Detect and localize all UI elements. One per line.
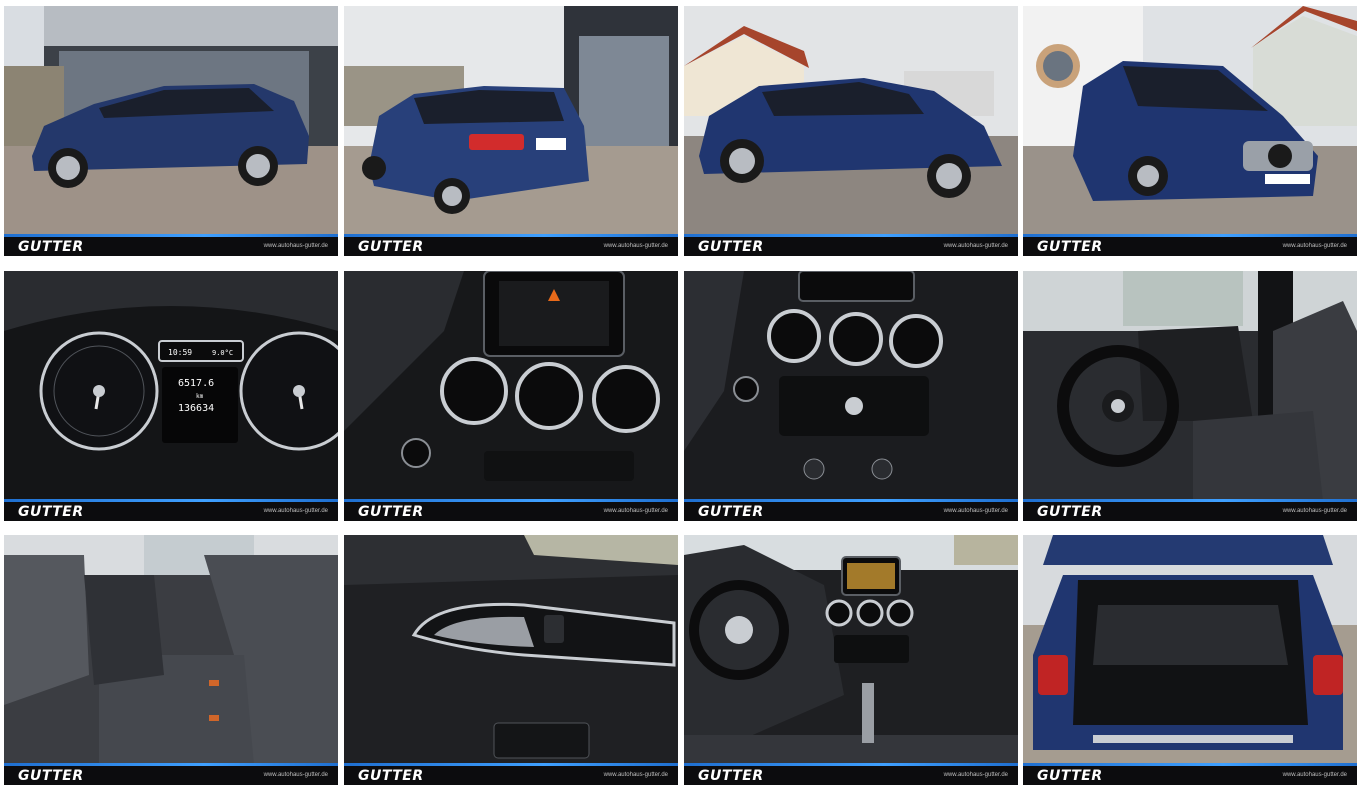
watermark-bar: GUTTER www.autohaus-gutter.de: [684, 499, 1018, 521]
dealer-website: www.autohaus-gutter.de: [603, 508, 668, 514]
dealer-logo: GUTTER: [18, 768, 84, 784]
driver-seat-photo: [1023, 271, 1357, 521]
cluster-time: 10:59: [168, 348, 192, 357]
photo-tile-12[interactable]: GUTTER www.autohaus-gutter.de: [1023, 535, 1357, 785]
photo-tile-5[interactable]: 10:59 9.0°C 6517.6 km 136634 GUTTER www.…: [4, 271, 338, 521]
dealer-website: www.autohaus-gutter.de: [1282, 772, 1347, 778]
dealer-logo: GUTTER: [358, 768, 424, 784]
watermark-bar: GUTTER www.autohaus-gutter.de: [1023, 499, 1357, 521]
cluster-unit: km: [196, 393, 204, 400]
watermark-bar: GUTTER www.autohaus-gutter.de: [344, 499, 678, 521]
photo-tile-4[interactable]: GUTTER www.autohaus-gutter.de: [1023, 6, 1357, 256]
cluster-temperature: 9.0°C: [212, 349, 233, 357]
accent-stripe: [684, 763, 1018, 766]
photo-tile-2[interactable]: GUTTER www.autohaus-gutter.de: [344, 6, 678, 256]
photo-tile-9[interactable]: GUTTER www.autohaus-gutter.de: [4, 535, 338, 785]
dealer-logo: GUTTER: [1037, 504, 1103, 520]
dealer-website: www.autohaus-gutter.de: [943, 772, 1008, 778]
watermark-bar: GUTTER www.autohaus-gutter.de: [4, 499, 338, 521]
dealer-logo: GUTTER: [358, 504, 424, 520]
watermark-bar: GUTTER www.autohaus-gutter.de: [4, 763, 338, 785]
dealer-logo: GUTTER: [698, 768, 764, 784]
air-vents-photo: [684, 271, 1018, 521]
watermark-bar: GUTTER www.autohaus-gutter.de: [4, 234, 338, 256]
accent-stripe: [4, 763, 338, 766]
rear-seats-photo: [4, 535, 338, 785]
dealer-logo: GUTTER: [18, 239, 84, 255]
accent-stripe: [344, 763, 678, 766]
accent-stripe: [684, 499, 1018, 502]
watermark-bar: GUTTER www.autohaus-gutter.de: [344, 763, 678, 785]
photo-tile-1[interactable]: GUTTER www.autohaus-gutter.de: [4, 6, 338, 256]
dealer-website: www.autohaus-gutter.de: [263, 508, 328, 514]
watermark-bar: GUTTER www.autohaus-gutter.de: [1023, 763, 1357, 785]
accent-stripe: [1023, 763, 1357, 766]
dealer-logo: GUTTER: [698, 504, 764, 520]
photo-tile-3[interactable]: GUTTER www.autohaus-gutter.de: [684, 6, 1018, 256]
dealer-website: www.autohaus-gutter.de: [603, 772, 668, 778]
dealer-logo: GUTTER: [358, 239, 424, 255]
door-panel-photo: [344, 535, 678, 785]
car-rear-photo: [344, 6, 678, 256]
photo-tile-6[interactable]: GUTTER www.autohaus-gutter.de: [344, 271, 678, 521]
car-side-street-photo: [684, 6, 1018, 256]
center-console-photo: [344, 271, 678, 521]
accent-stripe: [1023, 499, 1357, 502]
accent-stripe: [684, 234, 1018, 237]
watermark-bar: GUTTER www.autohaus-gutter.de: [1023, 234, 1357, 256]
dealer-website: www.autohaus-gutter.de: [263, 772, 328, 778]
dealer-website: www.autohaus-gutter.de: [263, 243, 328, 249]
watermark-bar: GUTTER www.autohaus-gutter.de: [684, 763, 1018, 785]
watermark-bar: GUTTER www.autohaus-gutter.de: [684, 234, 1018, 256]
dealer-logo: GUTTER: [18, 504, 84, 520]
dealer-logo: GUTTER: [1037, 768, 1103, 784]
dashboard-photo: [684, 535, 1018, 785]
photo-tile-10[interactable]: GUTTER www.autohaus-gutter.de: [344, 535, 678, 785]
car-side-photo: [4, 6, 338, 256]
accent-stripe: [4, 499, 338, 502]
watermark-bar: GUTTER www.autohaus-gutter.de: [344, 234, 678, 256]
accent-stripe: [1023, 234, 1357, 237]
dealer-website: www.autohaus-gutter.de: [1282, 243, 1347, 249]
accent-stripe: [344, 499, 678, 502]
dealer-logo: GUTTER: [698, 239, 764, 255]
cluster-odometer: 136634: [178, 403, 214, 414]
cluster-trip: 6517.6: [178, 378, 214, 389]
photo-tile-8[interactable]: GUTTER www.autohaus-gutter.de: [1023, 271, 1357, 521]
photo-tile-11[interactable]: GUTTER www.autohaus-gutter.de: [684, 535, 1018, 785]
dealer-website: www.autohaus-gutter.de: [943, 243, 1008, 249]
accent-stripe: [4, 234, 338, 237]
dealer-website: www.autohaus-gutter.de: [1282, 508, 1347, 514]
trunk-photo: [1023, 535, 1357, 785]
dealer-website: www.autohaus-gutter.de: [943, 508, 1008, 514]
accent-stripe: [344, 234, 678, 237]
photo-tile-7[interactable]: GUTTER www.autohaus-gutter.de: [684, 271, 1018, 521]
instrument-cluster-photo: 10:59 9.0°C 6517.6 km 136634: [4, 271, 338, 521]
dealer-logo: GUTTER: [1037, 239, 1103, 255]
photo-gallery: GUTTER www.autohaus-gutter.de GUTTER www…: [0, 0, 1362, 785]
car-front-photo: [1023, 6, 1357, 256]
dealer-website: www.autohaus-gutter.de: [603, 243, 668, 249]
